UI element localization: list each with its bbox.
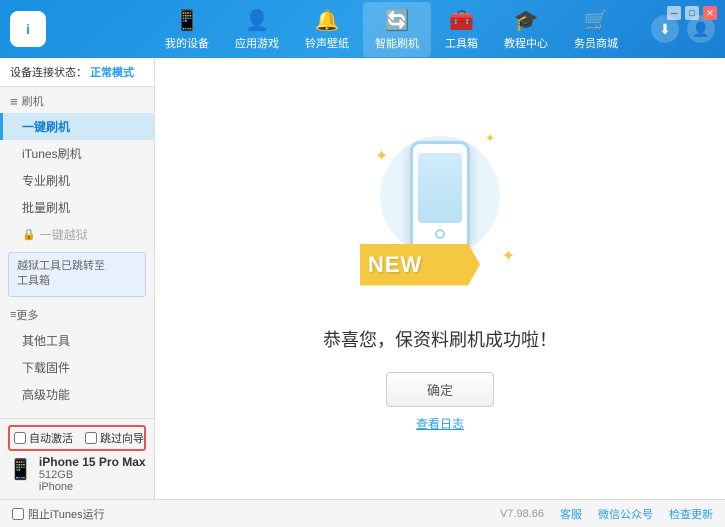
nav-apps-icon: 👤 xyxy=(245,8,270,33)
status-label: 设备连接状态： xyxy=(10,67,87,79)
sidebar-bottom: 自动激活 跳过向导 📱 iPhone 15 Pro Max 512GB iPho… xyxy=(0,418,154,499)
footer-right: V7.98.66 客服 微信公众号 检查更新 xyxy=(500,506,713,522)
phone-body xyxy=(410,141,470,251)
nav-ringtones[interactable]: 🔔 铃声壁纸 xyxy=(293,2,361,57)
skip-guide-label[interactable]: 跳过向导 xyxy=(100,430,144,446)
nav-ring-label: 铃声壁纸 xyxy=(305,35,349,51)
more-section: ≡ 更多 其他工具 下载固件 高级功能 xyxy=(0,301,154,408)
footer: 阻止iTunes运行 V7.98.66 客服 微信公众号 检查更新 xyxy=(0,499,725,527)
flash-group-text: 刷机 xyxy=(22,93,44,109)
window-controls[interactable]: － □ ✕ xyxy=(667,6,717,20)
phone-illustration: ✦ ✦ ✦ NEW xyxy=(360,126,520,306)
logo-letter: i xyxy=(26,21,30,37)
sidebar-item-download-firmware[interactable]: 下载固件 xyxy=(0,354,154,381)
log-link[interactable]: 查看日志 xyxy=(416,415,464,432)
device-type: iPhone xyxy=(39,481,146,493)
status-value: 正常模式 xyxy=(90,67,134,79)
logo-icon: i xyxy=(10,11,46,47)
content-area: ✦ ✦ ✦ NEW 恭喜您，保资料刷机成功啦！ 确定 查看日志 xyxy=(155,58,725,499)
nav-toolbox[interactable]: 🧰 工具箱 xyxy=(433,2,490,57)
confirm-button[interactable]: 确定 xyxy=(386,372,494,407)
sidebar-spacer xyxy=(0,408,154,418)
flash-group-label: ≡ 刷机 xyxy=(0,87,154,113)
more-group-label: ≡ 更多 xyxy=(0,301,154,327)
sidebar-item-one-key-flash[interactable]: 一键刷机 xyxy=(0,113,154,140)
success-text: 恭喜您，保资料刷机成功啦！ xyxy=(323,326,557,352)
sidebar-item-batch-flash[interactable]: 批量刷机 xyxy=(0,194,154,221)
sidebar-item-jailbreak: 🔒 一键越狱 xyxy=(0,221,154,248)
options-row: 自动激活 跳过向导 xyxy=(8,425,146,451)
jailbreak-notice: 越狱工具已跳转至工具箱 xyxy=(8,252,146,297)
win-close[interactable]: ✕ xyxy=(703,6,717,20)
topbar: i 爱思助手 www.i4.cn 📱 我的设备 👤 应用游戏 🔔 铃声壁纸 🔄 xyxy=(0,0,725,58)
sidebar-item-itunes-flash[interactable]: iTunes刷机 xyxy=(0,140,154,167)
sparkle-2: ✦ xyxy=(485,131,495,145)
skip-guide-checkbox[interactable] xyxy=(85,432,97,444)
sidebar-item-other-tools[interactable]: 其他工具 xyxy=(0,327,154,354)
footer-left: 阻止iTunes运行 xyxy=(12,506,105,522)
sidebar-item-pro-flash[interactable]: 专业刷机 xyxy=(0,167,154,194)
nav-apps-label: 应用游戏 xyxy=(235,35,279,51)
new-label: NEW xyxy=(360,244,480,286)
nav-tool-label: 工具箱 xyxy=(445,35,478,51)
device-storage: 512GB xyxy=(39,469,146,481)
sparkle-1: ✦ xyxy=(375,146,388,166)
auto-activate-item[interactable]: 自动激活 xyxy=(14,430,73,446)
auto-activate-checkbox[interactable] xyxy=(14,432,26,444)
block-itunes-label[interactable]: 阻止iTunes运行 xyxy=(28,506,105,522)
lock-icon: 🔒 xyxy=(22,228,36,241)
new-ribbon: NEW xyxy=(360,244,480,286)
success-illustration: ✦ ✦ ✦ NEW xyxy=(360,126,520,306)
sidebar-status: 设备连接状态： 正常模式 xyxy=(0,58,154,87)
footer-link-service[interactable]: 客服 xyxy=(560,506,582,522)
footer-link-update[interactable]: 检查更新 xyxy=(669,506,713,522)
nav-service[interactable]: 🛒 务员商城 xyxy=(562,2,630,57)
device-row: 📱 iPhone 15 Pro Max 512GB iPhone xyxy=(8,455,146,493)
main-nav: 📱 我的设备 👤 应用游戏 🔔 铃声壁纸 🔄 智能刷机 🧰 工具箱 🎓 xyxy=(132,2,651,57)
sidebar: 设备连接状态： 正常模式 ≡ 刷机 一键刷机 iTunes刷机 专业刷机 批量刷… xyxy=(0,58,155,499)
nav-tool-icon: 🧰 xyxy=(449,8,474,33)
sparkle-3: ✦ xyxy=(502,246,515,266)
win-restore[interactable]: □ xyxy=(685,6,699,20)
nav-device-label: 我的设备 xyxy=(165,35,209,51)
flash-group-icon: ≡ xyxy=(10,94,18,109)
nav-apps-games[interactable]: 👤 应用游戏 xyxy=(223,2,291,57)
flash-section: ≡ 刷机 一键刷机 iTunes刷机 专业刷机 批量刷机 🔒 一键越狱 越狱工具… xyxy=(0,87,154,301)
phone-home-btn xyxy=(435,229,445,239)
skip-guide-item[interactable]: 跳过向导 xyxy=(85,430,144,446)
win-minimize[interactable]: － xyxy=(667,6,681,20)
nav-ring-icon: 🔔 xyxy=(315,8,340,33)
nav-svc-label: 务员商城 xyxy=(574,35,618,51)
more-group-text: 更多 xyxy=(16,307,38,323)
device-icon: 📱 xyxy=(8,457,33,482)
block-itunes-checkbox[interactable] xyxy=(12,508,24,520)
phone-screen xyxy=(418,153,462,223)
nav-my-device[interactable]: 📱 我的设备 xyxy=(153,2,221,57)
nav-device-icon: 📱 xyxy=(175,8,200,33)
nav-flash-icon: 🔄 xyxy=(385,8,410,33)
main-layout: 设备连接状态： 正常模式 ≡ 刷机 一键刷机 iTunes刷机 专业刷机 批量刷… xyxy=(0,58,725,499)
nav-flash-label: 智能刷机 xyxy=(375,35,419,51)
footer-link-wechat[interactable]: 微信公众号 xyxy=(598,506,653,522)
nav-tutorial[interactable]: 🎓 教程中心 xyxy=(492,2,560,57)
nav-tut-label: 教程中心 xyxy=(504,35,548,51)
device-name: iPhone 15 Pro Max xyxy=(39,455,146,469)
notice-text: 越狱工具已跳转至工具箱 xyxy=(17,260,105,287)
footer-version: V7.98.66 xyxy=(500,508,544,520)
sidebar-item-advanced[interactable]: 高级功能 xyxy=(0,381,154,408)
device-info: iPhone 15 Pro Max 512GB iPhone xyxy=(39,455,146,493)
auto-activate-label[interactable]: 自动激活 xyxy=(29,430,73,446)
nav-svc-icon: 🛒 xyxy=(584,8,609,33)
nav-smart-flash[interactable]: 🔄 智能刷机 xyxy=(363,2,431,57)
disabled-label: 一键越狱 xyxy=(40,226,88,243)
nav-tut-icon: 🎓 xyxy=(514,8,539,33)
